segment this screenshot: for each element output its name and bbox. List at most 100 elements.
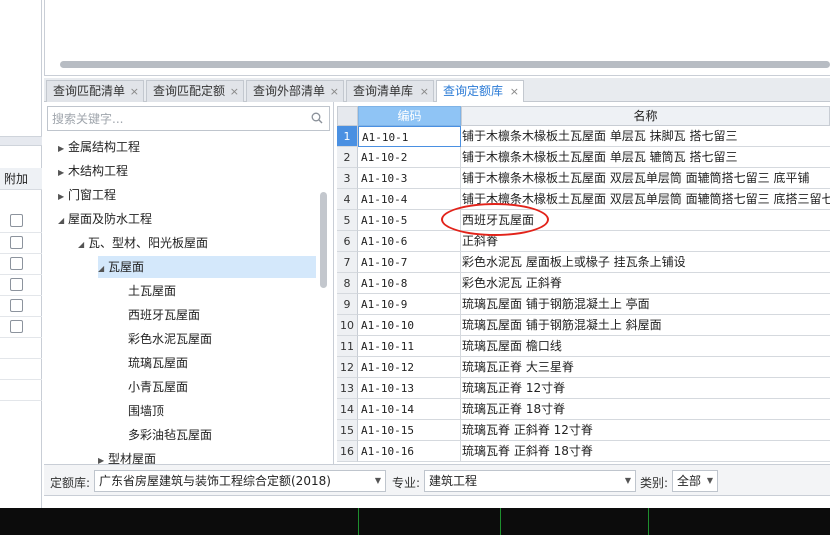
row-number[interactable]: 9 bbox=[337, 294, 358, 315]
tree-node-doors-windows[interactable]: ▶ 门窗工程 bbox=[58, 184, 116, 206]
cell-name[interactable]: 琉璃瓦屋面 铺于钢筋混凝土上 亭面 bbox=[461, 294, 830, 315]
cell-name[interactable]: 彩色水泥瓦 正斜脊 bbox=[461, 273, 830, 294]
category-select[interactable]: 全部 ▼ bbox=[672, 470, 718, 492]
tree-node-metal-structure[interactable]: ▶ 金属结构工程 bbox=[58, 136, 140, 158]
horizontal-scrollbar[interactable] bbox=[60, 61, 830, 68]
row-number[interactable]: 12 bbox=[337, 357, 358, 378]
cell-name[interactable]: 琉璃瓦脊 正斜脊 18寸脊 bbox=[461, 441, 830, 462]
row-number[interactable]: 15 bbox=[337, 420, 358, 441]
row-number[interactable]: 10 bbox=[337, 315, 358, 336]
expand-arrow-icon[interactable]: ▶ bbox=[98, 450, 108, 464]
tree-node-wall-top[interactable]: 围墙顶 bbox=[128, 400, 164, 422]
table-row[interactable]: 1 A1-10-1 铺于木檩条木椽板土瓦屋面 单层瓦 抹脚瓦 搭七留三 bbox=[337, 126, 830, 147]
tree-node-color-cement-tile-roof[interactable]: 彩色水泥瓦屋面 bbox=[128, 328, 212, 350]
row-number[interactable]: 4 bbox=[337, 189, 358, 210]
row-checkbox[interactable] bbox=[10, 236, 23, 249]
cell-code[interactable]: A1-10-3 bbox=[358, 168, 461, 189]
row-number[interactable]: 13 bbox=[337, 378, 358, 399]
table-row[interactable]: 7 A1-10-7 彩色水泥瓦 屋面板上或椽子 挂瓦条上铺设 bbox=[337, 252, 830, 273]
expand-arrow-icon[interactable]: ▶ bbox=[58, 138, 68, 160]
row-number[interactable]: 11 bbox=[337, 336, 358, 357]
cell-code[interactable]: A1-10-4 bbox=[358, 189, 461, 210]
collapse-arrow-icon[interactable]: ◢ bbox=[78, 234, 88, 256]
table-row[interactable]: 14 A1-10-14 琉璃瓦正脊 18寸脊 bbox=[337, 399, 830, 420]
row-number-header[interactable] bbox=[337, 106, 358, 126]
table-row[interactable]: 16 A1-10-16 琉璃瓦脊 正斜脊 18寸脊 bbox=[337, 441, 830, 462]
cell-code[interactable]: A1-10-8 bbox=[358, 273, 461, 294]
cell-name[interactable]: 彩色水泥瓦 屋面板上或椽子 挂瓦条上铺设 bbox=[461, 252, 830, 273]
cell-code[interactable]: A1-10-7 bbox=[358, 252, 461, 273]
row-number[interactable]: 16 bbox=[337, 441, 358, 462]
tree-node-tile-profile-sunboard-roof[interactable]: ◢ 瓦、型材、阳光板屋面 bbox=[78, 232, 208, 254]
tree-node-tile-roof[interactable]: ◢ 瓦屋面 bbox=[98, 256, 316, 278]
tree-node-spanish-tile-roof[interactable]: 西班牙瓦屋面 bbox=[128, 304, 200, 326]
search-icon[interactable] bbox=[311, 112, 323, 124]
cell-name[interactable]: 琉璃瓦屋面 铺于钢筋混凝土上 斜屋面 bbox=[461, 315, 830, 336]
collapse-arrow-icon[interactable]: ◢ bbox=[98, 258, 108, 280]
expand-arrow-icon[interactable]: ▶ bbox=[58, 162, 68, 184]
close-icon[interactable]: × bbox=[330, 81, 339, 102]
tree-node-roofing-waterproof[interactable]: ◢ 屋面及防水工程 bbox=[58, 208, 152, 230]
table-row[interactable]: 11 A1-10-11 琉璃瓦屋面 檐口线 bbox=[337, 336, 830, 357]
table-row[interactable]: 12 A1-10-12 琉璃瓦正脊 大三星脊 bbox=[337, 357, 830, 378]
cell-code[interactable]: A1-10-15 bbox=[358, 420, 461, 441]
cell-code[interactable]: A1-10-6 bbox=[358, 231, 461, 252]
row-checkbox[interactable] bbox=[10, 320, 23, 333]
table-row[interactable]: 4 A1-10-4 铺于木檩条木椽板土瓦屋面 双层瓦单层筒 面辘筒搭七留三 底搭三留… bbox=[337, 189, 830, 210]
cell-name[interactable]: 铺于木檩条木椽板土瓦屋面 单层瓦 辘筒瓦 搭七留三 bbox=[461, 147, 830, 168]
cell-code[interactable]: A1-10-10 bbox=[358, 315, 461, 336]
close-icon[interactable]: × bbox=[230, 81, 239, 102]
cell-code[interactable]: A1-10-13 bbox=[358, 378, 461, 399]
row-number[interactable]: 8 bbox=[337, 273, 358, 294]
cell-code[interactable]: A1-10-2 bbox=[358, 147, 461, 168]
library-select[interactable]: 广东省房屋建筑与装饰工程综合定额(2018) ▼ bbox=[94, 470, 386, 492]
collapse-arrow-icon[interactable]: ◢ bbox=[58, 210, 68, 232]
row-checkbox[interactable] bbox=[10, 278, 23, 291]
table-row[interactable]: 8 A1-10-8 彩色水泥瓦 正斜脊 bbox=[337, 273, 830, 294]
column-header-name[interactable]: 名称 bbox=[461, 106, 830, 126]
table-row[interactable]: 13 A1-10-13 琉璃瓦正脊 12寸脊 bbox=[337, 378, 830, 399]
tab-query-external-list[interactable]: 查询外部清单 × bbox=[246, 80, 344, 102]
cell-name[interactable]: 铺于木檩条木椽板土瓦屋面 单层瓦 抹脚瓦 搭七留三 bbox=[461, 126, 830, 147]
expand-arrow-icon[interactable]: ▶ bbox=[58, 186, 68, 208]
cell-code[interactable]: A1-10-14 bbox=[358, 399, 461, 420]
tree-node-small-blue-tile-roof[interactable]: 小青瓦屋面 bbox=[128, 376, 188, 398]
specialty-select[interactable]: 建筑工程 ▼ bbox=[424, 470, 636, 492]
cell-name[interactable]: 琉璃瓦屋面 檐口线 bbox=[461, 336, 830, 357]
row-number[interactable]: 14 bbox=[337, 399, 358, 420]
tab-query-quota-library[interactable]: 查询定额库 × bbox=[436, 80, 524, 103]
cell-code[interactable]: A1-10-16 bbox=[358, 441, 461, 462]
tree-node-profile-roof[interactable]: ▶ 型材屋面 bbox=[98, 448, 156, 464]
cell-code[interactable]: A1-10-1 bbox=[358, 126, 461, 147]
close-icon[interactable]: × bbox=[130, 81, 139, 102]
table-row[interactable]: 5 A1-10-5 西班牙瓦屋面 bbox=[337, 210, 830, 231]
table-row[interactable]: 6 A1-10-6 正斜脊 bbox=[337, 231, 830, 252]
tree-node-wood-structure[interactable]: ▶ 木结构工程 bbox=[58, 160, 128, 182]
row-checkbox[interactable] bbox=[10, 299, 23, 312]
tab-query-match-list[interactable]: 查询匹配清单 × bbox=[46, 80, 144, 102]
row-number[interactable]: 3 bbox=[337, 168, 358, 189]
row-number[interactable]: 5 bbox=[337, 210, 358, 231]
row-checkbox[interactable] bbox=[10, 214, 23, 227]
column-header-code[interactable]: 编码 bbox=[358, 106, 461, 126]
tab-query-list-library[interactable]: 查询清单库 × bbox=[346, 80, 434, 102]
tree-node-earth-tile-roof[interactable]: 土瓦屋面 bbox=[128, 280, 176, 302]
close-icon[interactable]: × bbox=[420, 81, 429, 102]
cell-name[interactable]: 铺于木檩条木椽板土瓦屋面 双层瓦单层筒 面辘筒搭七留三 底搭三留七 bbox=[461, 189, 830, 210]
vertical-scrollbar[interactable] bbox=[320, 192, 327, 288]
cell-name[interactable]: 正斜脊 bbox=[461, 231, 830, 252]
table-row[interactable]: 2 A1-10-2 铺于木檩条木椽板土瓦屋面 单层瓦 辘筒瓦 搭七留三 bbox=[337, 147, 830, 168]
cell-name[interactable]: 琉璃瓦正脊 大三星脊 bbox=[461, 357, 830, 378]
row-number[interactable]: 7 bbox=[337, 252, 358, 273]
tree-node-glazed-tile-roof[interactable]: 琉璃瓦屋面 bbox=[128, 352, 188, 374]
cell-name[interactable]: 琉璃瓦正脊 12寸脊 bbox=[461, 378, 830, 399]
cell-code[interactable]: A1-10-11 bbox=[358, 336, 461, 357]
cell-code[interactable]: A1-10-5 bbox=[358, 210, 461, 231]
cell-code[interactable]: A1-10-12 bbox=[358, 357, 461, 378]
row-number[interactable]: 2 bbox=[337, 147, 358, 168]
row-number[interactable]: 6 bbox=[337, 231, 358, 252]
cell-name[interactable]: 琉璃瓦脊 正斜脊 12寸脊 bbox=[461, 420, 830, 441]
row-number[interactable]: 1 bbox=[337, 126, 358, 147]
close-icon[interactable]: × bbox=[510, 81, 519, 102]
cell-name[interactable]: 铺于木檩条木椽板土瓦屋面 双层瓦单层筒 面辘筒搭七留三 底平铺 bbox=[461, 168, 830, 189]
